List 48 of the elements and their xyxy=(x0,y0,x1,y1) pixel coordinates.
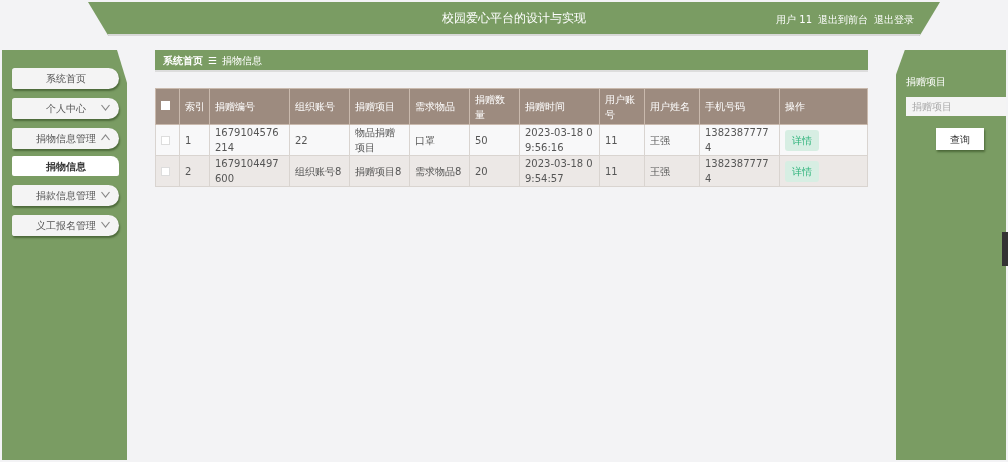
table-cell: 王强 xyxy=(650,165,670,177)
search-button[interactable]: 查询 xyxy=(936,128,984,150)
row-checkbox[interactable] xyxy=(161,136,170,145)
table-cell: 2023-03-18 09:56:16 xyxy=(525,127,593,153)
search-field[interactable]: 捐赠项目 xyxy=(906,97,1006,116)
column-header: 操作 xyxy=(785,101,805,112)
row-checkbox[interactable] xyxy=(161,167,170,176)
user-label: 用户 11 xyxy=(776,13,812,27)
table-cell: 王强 xyxy=(650,134,670,146)
column-header: 捐赠编号 xyxy=(215,101,255,112)
table-cell: 20 xyxy=(475,165,488,177)
table-cell: 1 xyxy=(185,134,192,146)
select-all-checkbox[interactable] xyxy=(161,101,170,110)
menu-item[interactable]: 系统首页 xyxy=(12,68,119,89)
column-header: 索引 xyxy=(184,101,205,112)
table-cell: 13823877774 xyxy=(705,158,769,184)
column-header: 用户账号 xyxy=(605,93,635,120)
column-header: 手机号码 xyxy=(705,101,745,112)
column-header: 需求物品 xyxy=(415,101,455,112)
table-cell: 1679104576214 xyxy=(215,127,279,153)
table-cell: 物品捐赠项目 xyxy=(355,127,395,153)
menu-item[interactable]: 义工报名管理 xyxy=(12,215,119,236)
submenu-item[interactable]: 捐物信息 xyxy=(12,156,119,176)
table-cell: 2023-03-18 09:54:57 xyxy=(525,158,593,184)
menu-item[interactable]: 捐款信息管理 xyxy=(12,185,119,206)
table-cell: 11 xyxy=(605,165,618,177)
table-cell: 22 xyxy=(295,134,308,146)
search-label: 捐赠项目 xyxy=(906,75,947,89)
menu-item[interactable]: 个人中心 xyxy=(12,98,119,119)
menu-item[interactable]: 捐物信息管理 xyxy=(12,128,119,149)
table-cell: 组织账号8 xyxy=(295,165,342,177)
table-cell: 需求物品8 xyxy=(415,165,462,177)
breadcrumb-separator: ☰ xyxy=(208,53,217,68)
table-cell: 11 xyxy=(605,134,618,146)
column-header: 捐赠项目 xyxy=(355,101,395,112)
table-cell: 口罩 xyxy=(415,134,435,146)
scrollbar-thumb[interactable] xyxy=(1002,232,1008,266)
table-cell: 50 xyxy=(475,134,488,146)
app-title: 校园爱心平台的设计与实现 xyxy=(442,10,586,27)
breadcrumb-item: 捐物信息 xyxy=(221,53,262,68)
table-cell: 1679104497600 xyxy=(215,158,279,184)
column-header: 组织账号 xyxy=(295,101,335,112)
column-header: 捐赠时间 xyxy=(525,101,565,112)
column-header: 用户姓名 xyxy=(650,101,690,112)
table-cell: 13823877774 xyxy=(705,127,769,153)
column-header: 捐赠数量 xyxy=(475,93,505,120)
table-cell: 2 xyxy=(185,165,192,177)
table-cell: 捐赠项目8 xyxy=(355,165,402,177)
